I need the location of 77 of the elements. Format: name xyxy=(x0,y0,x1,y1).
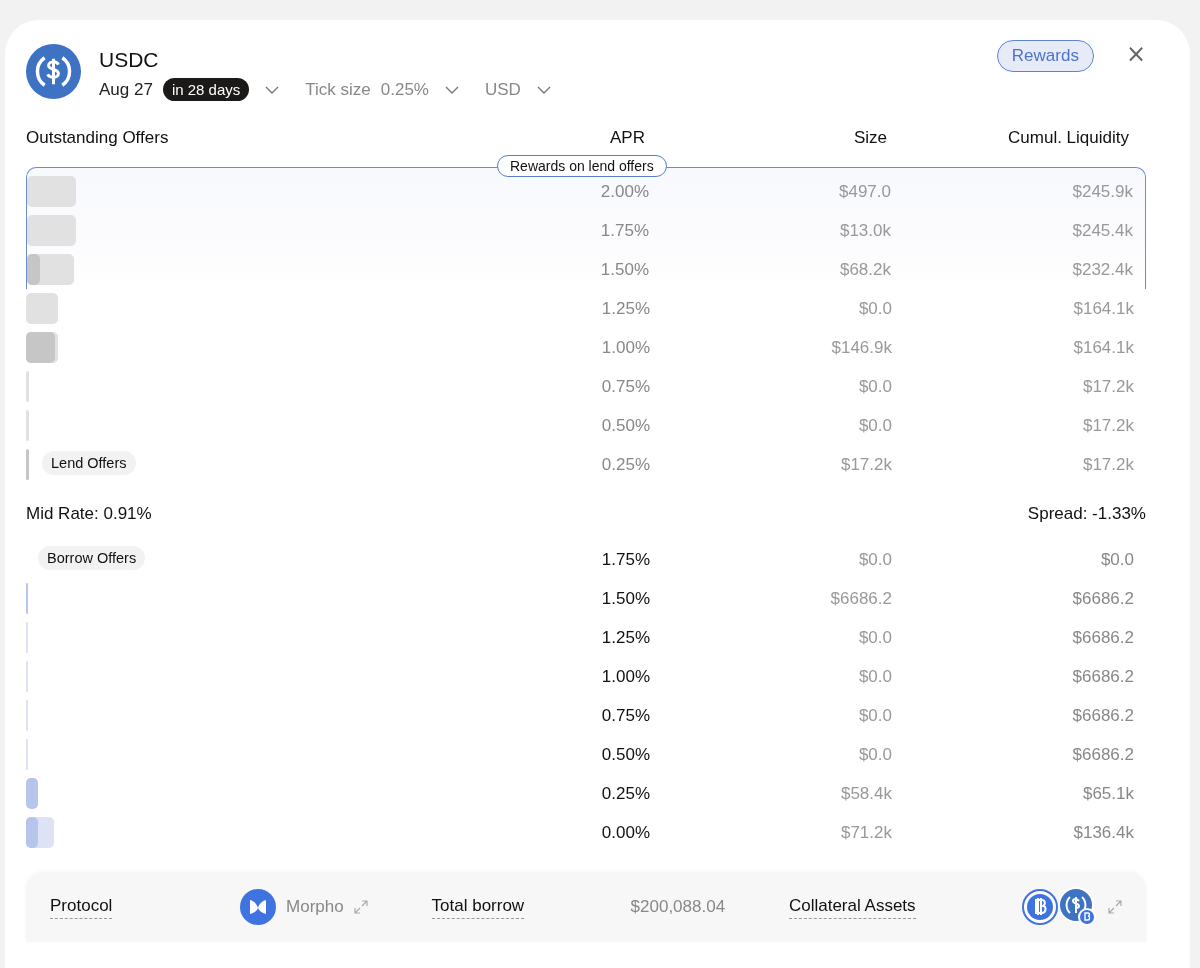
size-cell: $6686.2 xyxy=(830,588,892,609)
size-cell: $0.0 xyxy=(858,666,892,687)
lend-offers-label: Lend Offers xyxy=(42,451,136,475)
column-header: Cumul. Liquidity xyxy=(1008,128,1129,148)
apr-cell: 1.75% xyxy=(600,220,649,241)
apr-cell: 1.00% xyxy=(601,666,650,687)
apr-cell: 0.50% xyxy=(601,415,650,436)
maturity-date: Aug 27 xyxy=(99,79,153,100)
liquidity-cell: $6686.2 xyxy=(1072,588,1134,609)
liquidity-cell: $6686.2 xyxy=(1072,627,1134,648)
liquidity-cell: $245.4k xyxy=(1072,220,1133,241)
size-cell: $13.0k xyxy=(839,220,891,241)
chevron-down-icon[interactable] xyxy=(536,85,551,94)
liquidity-cell: $17.2k xyxy=(1082,454,1134,475)
size-cell: $0.0 xyxy=(858,549,892,570)
apr-cell: 2.00% xyxy=(600,181,649,202)
apr-cell: 1.75% xyxy=(601,549,650,570)
liquidity-cell: $65.1k xyxy=(1082,783,1134,804)
liquidity-cell: $136.4k xyxy=(1073,822,1134,843)
apr-cell: 1.50% xyxy=(601,588,650,609)
size-cell: $497.0 xyxy=(839,181,891,202)
apr-cell: 0.75% xyxy=(601,376,650,397)
coin-stack-icon xyxy=(1058,887,1098,927)
apr-cell: 1.50% xyxy=(600,259,649,280)
column-header: APR xyxy=(610,128,645,148)
column-header: Size xyxy=(853,128,887,148)
apr-cell: 0.50% xyxy=(601,744,650,765)
size-cell: $0.0 xyxy=(858,376,892,397)
bitcoin-icon xyxy=(1022,889,1058,925)
countdown-badge: in 28 days xyxy=(162,78,250,101)
asset-title: USDC xyxy=(99,48,160,72)
size-cell: $0.0 xyxy=(858,627,892,648)
liquidity-cell: $0.0 xyxy=(1100,549,1134,570)
chevron-down-icon[interactable] xyxy=(265,85,280,94)
apr-cell: 0.00% xyxy=(601,822,650,843)
size-cell: $0.0 xyxy=(858,298,892,319)
apr-cell: 1.00% xyxy=(601,337,650,358)
column-header: Outstanding Offers xyxy=(26,128,169,148)
liquidity-cell: $164.1k xyxy=(1073,337,1134,358)
butterfly-icon xyxy=(240,889,277,925)
liquidity-cell: $17.2k xyxy=(1082,376,1134,397)
size-cell: $68.2k xyxy=(839,259,891,280)
apr-cell: 0.25% xyxy=(601,454,650,475)
total-borrow-label: Total borrow xyxy=(431,895,525,919)
liquidity-cell: $164.1k xyxy=(1073,298,1134,319)
apr-cell: 0.25% xyxy=(601,783,650,804)
chevron-down-icon[interactable] xyxy=(445,85,459,94)
total-borrow-value: $200,088.04 xyxy=(630,897,726,917)
mid-rate: Mid Rate: 0.91% xyxy=(26,504,152,524)
protocol-name: Morpho xyxy=(286,897,344,917)
close-button[interactable]: × xyxy=(1111,40,1146,68)
currency-select[interactable]: USD xyxy=(485,79,521,100)
size-cell: $0.0 xyxy=(858,744,892,765)
spread: Spread: -1.33% xyxy=(1027,504,1146,524)
apr-cell: 0.75% xyxy=(601,705,650,726)
liquidity-cell: $232.4k xyxy=(1072,259,1133,280)
liquidity-cell: $6686.2 xyxy=(1072,744,1134,765)
rewards-button[interactable]: Rewards xyxy=(996,40,1094,72)
size-cell: $0.0 xyxy=(858,705,892,726)
liquidity-cell: $6686.2 xyxy=(1072,666,1134,687)
size-cell: $58.4k xyxy=(840,783,892,804)
coin-icon xyxy=(26,44,81,99)
size-cell: $0.0 xyxy=(858,415,892,436)
liquidity-cell: $17.2k xyxy=(1082,415,1134,436)
rewards-badge: Rewards on lend offers xyxy=(497,155,667,177)
size-cell: $17.2k xyxy=(840,454,892,475)
liquidity-cell: $245.9k xyxy=(1072,181,1133,202)
apr-cell: 1.25% xyxy=(601,627,650,648)
size-cell: $146.9k xyxy=(831,337,892,358)
collateral-assets-label: Collateral Assets xyxy=(788,895,916,919)
tick-size-label: Tick size xyxy=(305,79,371,100)
protocol-label: Protocol xyxy=(50,895,113,919)
liquidity-cell: $6686.2 xyxy=(1072,705,1134,726)
size-cell: $71.2k xyxy=(840,822,892,843)
tick-size-value: 0.25% xyxy=(380,79,429,100)
borrow-offers-label: Borrow Offers xyxy=(38,546,146,570)
apr-cell: 1.25% xyxy=(601,298,650,319)
